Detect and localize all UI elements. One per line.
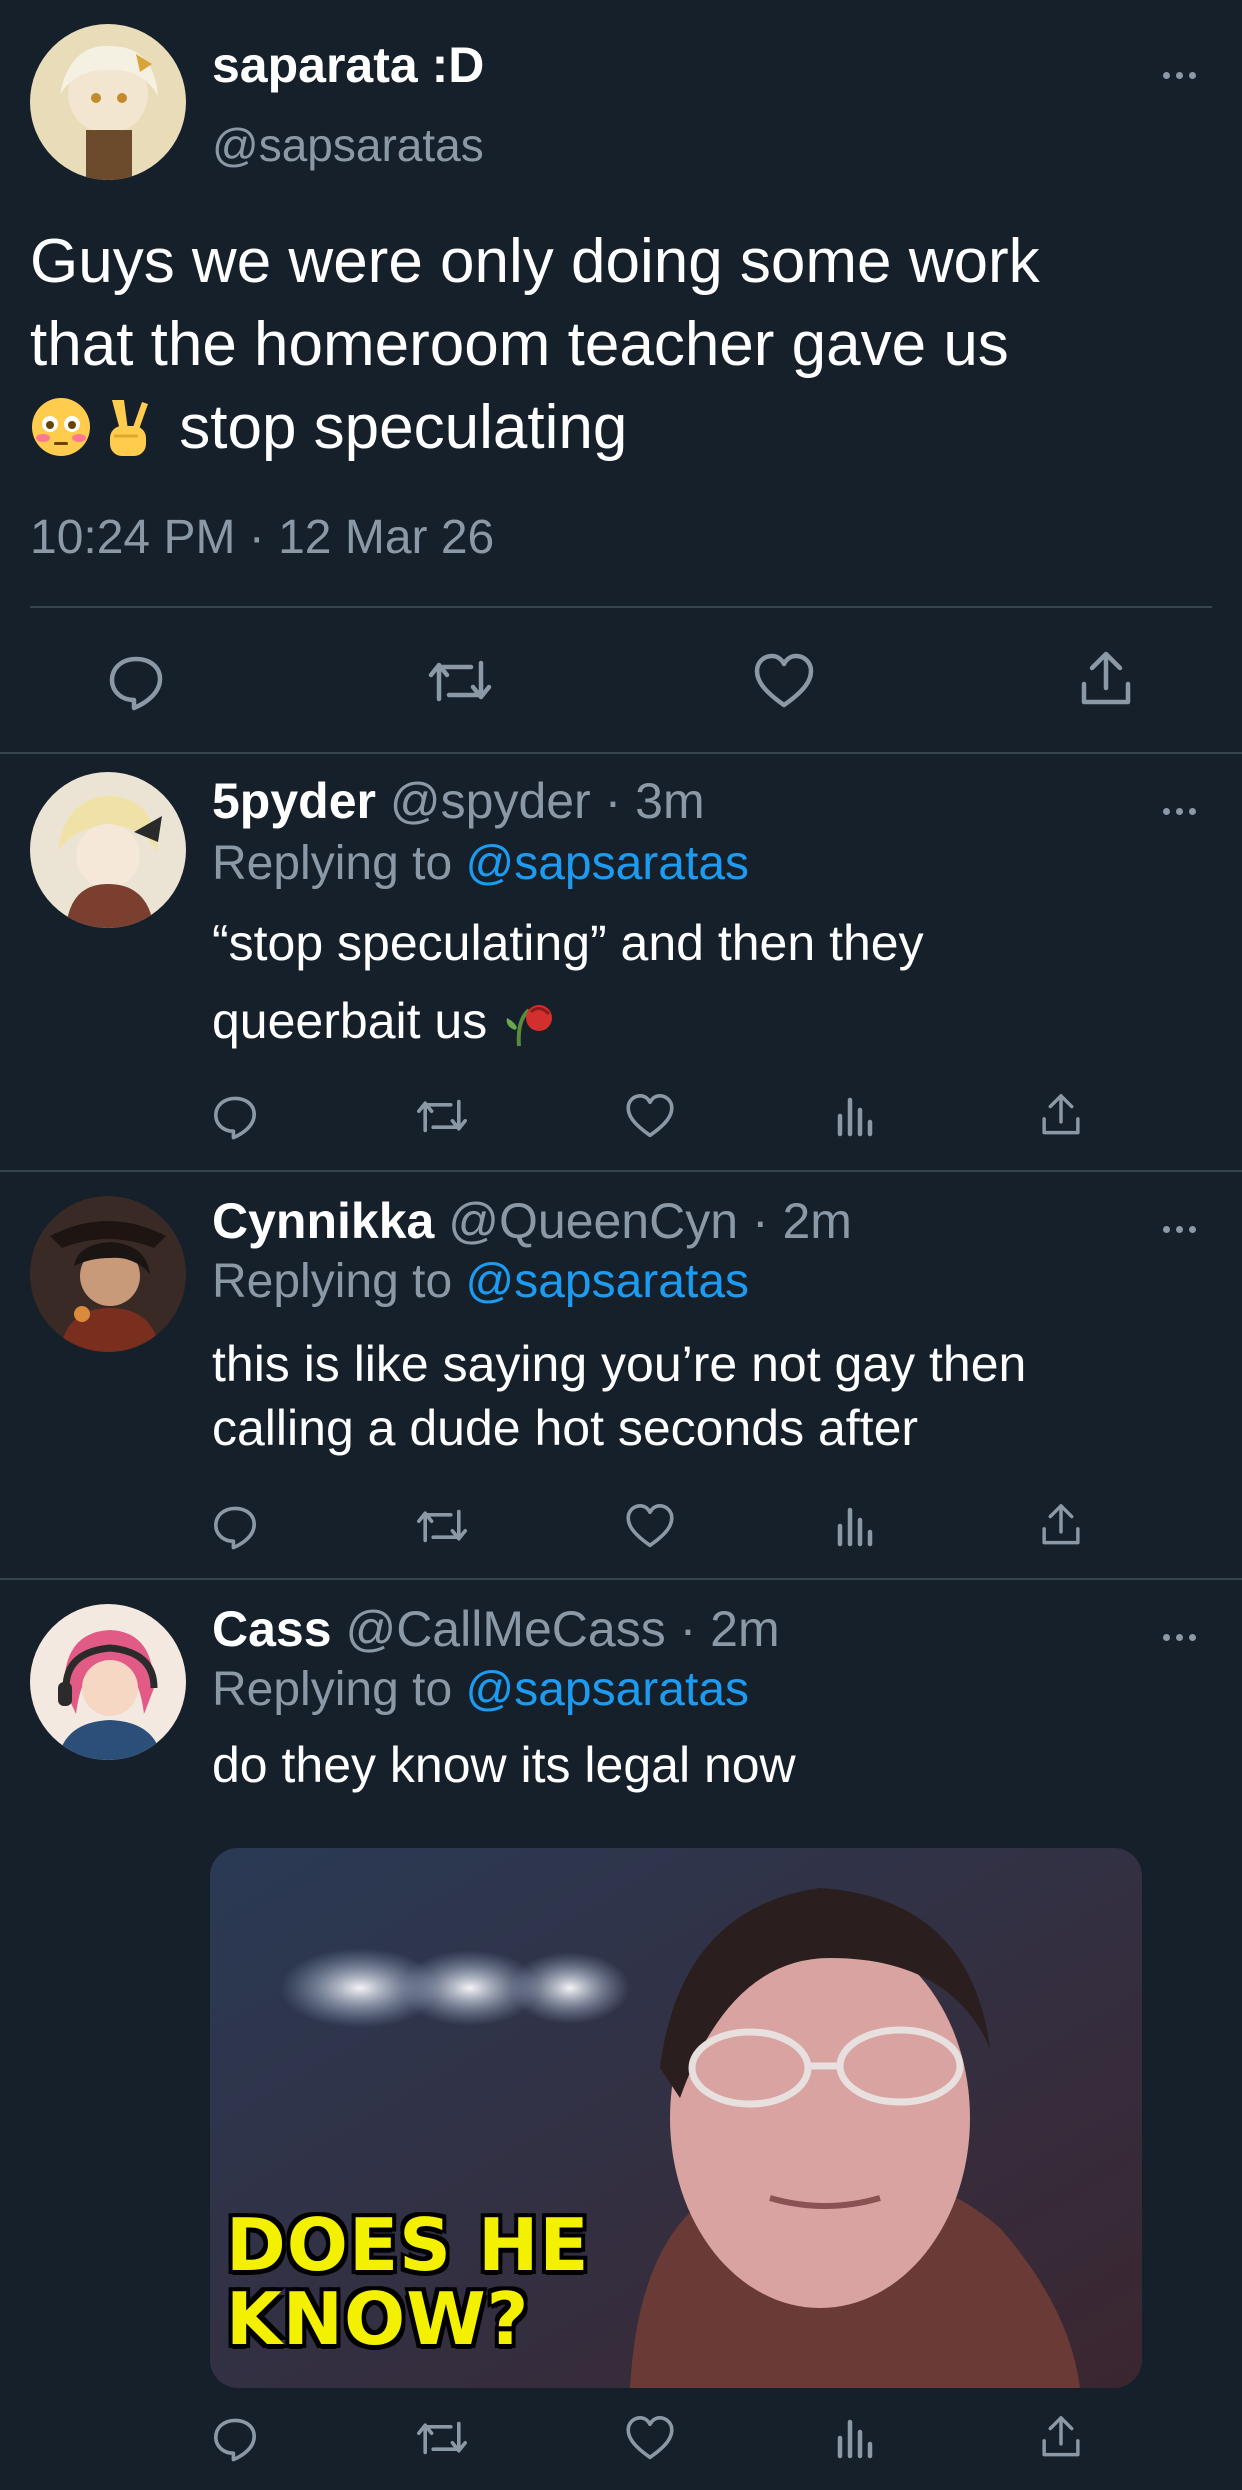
- media-attachment[interactable]: DOES HE KNOW?: [210, 1848, 1142, 2388]
- replying-to-label: Replying to: [212, 1663, 453, 1716]
- reply-tweet[interactable]: 5pyder @spyder · 3m Replying to @sapsara…: [0, 754, 1242, 1170]
- reply-icon[interactable]: [208, 1090, 262, 1142]
- divider: [30, 606, 1212, 608]
- replying-to-link[interactable]: @sapsaratas: [465, 1663, 749, 1716]
- replying-to: Replying to @sapsaratas: [212, 1254, 749, 1309]
- media-caption: DOES HE KNOW?: [226, 2208, 590, 2356]
- victory-hand-icon: [98, 396, 156, 479]
- reply-author-handle[interactable]: @QueenCyn: [448, 1193, 738, 1249]
- share-icon[interactable]: [1034, 2410, 1088, 2464]
- more-icon[interactable]: [1158, 1630, 1200, 1644]
- reply-icon[interactable]: [100, 650, 172, 712]
- tweet-timestamp[interactable]: 10:24 PM · 12 Mar 26: [30, 510, 494, 565]
- share-icon[interactable]: [1034, 1088, 1088, 1142]
- like-icon[interactable]: [622, 1500, 678, 1552]
- retweet-icon[interactable]: [412, 1500, 472, 1552]
- reply-author-name[interactable]: Cynnikka: [212, 1193, 434, 1249]
- reply-avatar[interactable]: [30, 1604, 186, 1760]
- reply-author-name[interactable]: 5pyder: [212, 773, 376, 829]
- replying-to-link[interactable]: @sapsaratas: [465, 1255, 749, 1308]
- like-icon[interactable]: [622, 2412, 678, 2464]
- like-icon[interactable]: [622, 1090, 678, 1142]
- main-text-line: that the homeroom teacher gave us: [30, 310, 1009, 379]
- retweet-icon[interactable]: [412, 2412, 472, 2464]
- reply-header: Cynnikka @QueenCyn · 2m: [212, 1192, 852, 1250]
- reply-icon[interactable]: [208, 1500, 262, 1552]
- reply-text-segment: queerbait us: [212, 993, 488, 1049]
- replying-to-label: Replying to: [212, 837, 453, 890]
- replying-to-link[interactable]: @sapsaratas: [465, 837, 749, 890]
- reply-text: this is like saying you’re not gay then …: [212, 1332, 1212, 1460]
- views-icon[interactable]: [830, 2412, 880, 2464]
- main-text-line: stop speculating: [30, 386, 1210, 479]
- share-icon[interactable]: [1070, 646, 1142, 712]
- replying-to: Replying to @sapsaratas: [212, 1662, 749, 1717]
- main-avatar[interactable]: [30, 24, 186, 180]
- replying-to: Replying to @sapsaratas: [212, 836, 749, 891]
- reply-text: “stop speculating” and then they queerba…: [212, 904, 1172, 1070]
- reply-header: Cass @CallMeCass · 2m: [212, 1600, 780, 1658]
- reply-avatar[interactable]: [30, 772, 186, 928]
- reply-text-line: do they know its legal now: [212, 1737, 796, 1793]
- main-text-line: Guys we were only doing some work: [30, 227, 1040, 296]
- reply-text-line: calling a dude hot seconds after: [212, 1400, 919, 1456]
- more-icon[interactable]: [1158, 1222, 1200, 1236]
- replying-to-label: Replying to: [212, 1255, 453, 1308]
- main-text-suffix: stop speculating: [179, 393, 628, 462]
- reply-author-handle[interactable]: @CallMeCass: [345, 1601, 665, 1657]
- share-icon[interactable]: [1034, 1498, 1088, 1552]
- like-icon[interactable]: [748, 650, 820, 712]
- more-icon[interactable]: [1158, 68, 1200, 82]
- main-author-handle[interactable]: @sapsaratas: [212, 118, 484, 172]
- views-icon[interactable]: [830, 1090, 880, 1142]
- reply-text-line: this is like saying you’re not gay then: [212, 1336, 1027, 1392]
- reply-text-line: “stop speculating” and then they: [212, 915, 924, 971]
- reply-icon[interactable]: [208, 2412, 262, 2464]
- main-tweet-text: Guys we were only doing some work that t…: [30, 220, 1210, 479]
- wilted-flower-icon: [501, 990, 557, 1070]
- media-caption-line: DOES HE: [226, 2203, 590, 2287]
- retweet-icon[interactable]: [420, 650, 500, 712]
- reply-time[interactable]: · 2m: [680, 1601, 780, 1657]
- retweet-icon[interactable]: [412, 1090, 472, 1142]
- more-icon[interactable]: [1158, 804, 1200, 818]
- reply-author-name[interactable]: Cass: [212, 1601, 332, 1657]
- reply-header: 5pyder @spyder · 3m: [212, 772, 705, 830]
- reply-text-line: queerbait us: [212, 982, 1172, 1070]
- reply-time[interactable]: · 2m: [752, 1193, 852, 1249]
- reply-tweet[interactable]: Cynnikka @QueenCyn · 2m Replying to @sap…: [0, 1172, 1242, 1578]
- reply-author-handle[interactable]: @spyder: [390, 773, 591, 829]
- flushed-face-icon: [30, 396, 92, 479]
- reply-text: do they know its legal now: [212, 1732, 1172, 1798]
- media-caption-line: KNOW?: [226, 2277, 530, 2361]
- reply-avatar[interactable]: [30, 1196, 186, 1352]
- main-author-name[interactable]: saparata :D: [212, 36, 484, 94]
- reply-time[interactable]: · 3m: [605, 773, 705, 829]
- views-icon[interactable]: [830, 1500, 880, 1552]
